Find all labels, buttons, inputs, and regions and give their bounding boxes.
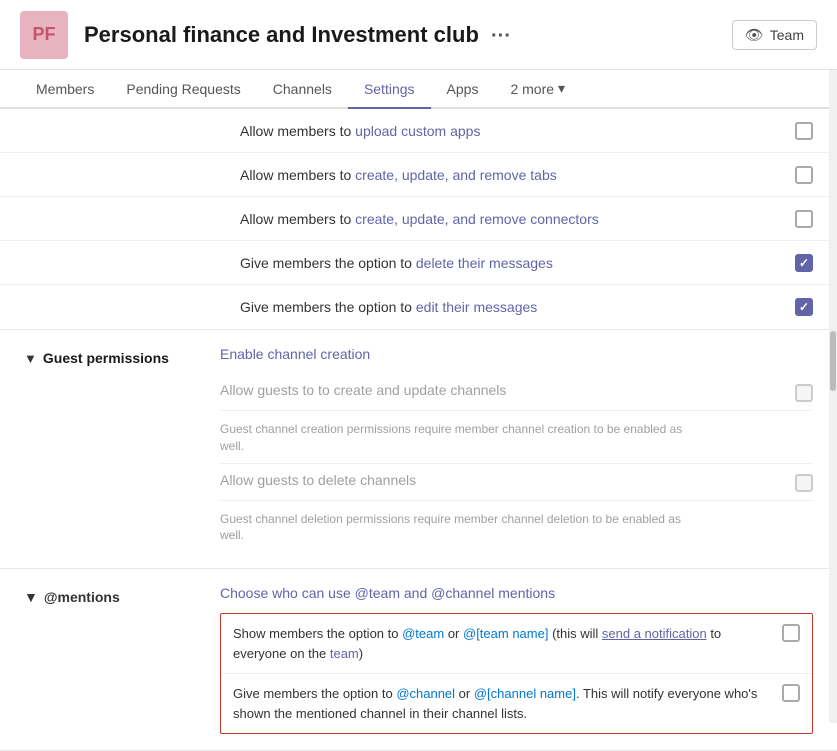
setting-label-create-update-remove-tabs: Allow members to create, update, and rem…	[240, 167, 795, 183]
scrollbar-thumb[interactable]	[830, 331, 836, 391]
setting-label-edit-messages: Give members the option to edit their me…	[240, 299, 795, 315]
eye-icon: 👁	[745, 26, 764, 44]
mentions-left: ▼ @mentions	[0, 569, 220, 750]
checkbox-delete-messages[interactable]	[795, 254, 813, 272]
mention-box-row-text-channel: Give members the option to @channel or @…	[233, 684, 782, 723]
checkbox-guests-delete-channels[interactable]	[795, 474, 813, 492]
checkbox-create-update-remove-tabs[interactable]	[795, 166, 813, 184]
mentions-right: Choose who can use @team and @channel me…	[220, 569, 837, 750]
mentions-subtitle[interactable]: Choose who can use @team and @channel me…	[220, 585, 813, 601]
collapse-arrow-mentions[interactable]: ▼	[24, 589, 38, 605]
tab-apps[interactable]: Apps	[431, 71, 495, 109]
scrollbar-track	[829, 70, 837, 723]
setting-label-delete-messages: Give members the option to delete their …	[240, 255, 795, 271]
setting-label-upload-custom-apps: Allow members to upload custom apps	[240, 123, 795, 139]
guest-row-note-create-update: Guest channel creation permissions requi…	[220, 411, 813, 464]
checkbox-team-mentions[interactable]	[782, 624, 800, 642]
mentions-section: ▼ @mentions Choose who can use @team and…	[0, 569, 837, 751]
mentions-title: @mentions	[44, 589, 120, 605]
team-badge-button[interactable]: 👁 Team	[732, 20, 817, 50]
setting-row-create-update-remove-connectors: Allow members to create, update, and rem…	[0, 197, 837, 241]
mention-box-row-team: Show members the option to @team or @[te…	[221, 614, 812, 674]
setting-row-create-update-remove-tabs: Allow members to create, update, and rem…	[0, 153, 837, 197]
tab-members[interactable]: Members	[20, 71, 110, 109]
guest-row-text-create-update: Allow guests to to create and update cha…	[220, 382, 795, 398]
guest-row-note-text-delete: Guest channel deletion permissions requi…	[220, 509, 813, 545]
team-badge-label: Team	[770, 27, 804, 43]
page-header: PF Personal finance and Investment club …	[0, 0, 837, 70]
guest-row-note-text-create-update: Guest channel creation permissions requi…	[220, 419, 813, 455]
mention-box-row-text-team: Show members the option to @team or @[te…	[233, 624, 782, 663]
guest-row-delete-channels: Allow guests to delete channels	[220, 464, 813, 501]
checkbox-channel-mentions[interactable]	[782, 684, 800, 702]
checkbox-guests-create-update-channels[interactable]	[795, 384, 813, 402]
tab-more[interactable]: 2 more ▾	[494, 70, 581, 109]
checkbox-edit-messages[interactable]	[795, 298, 813, 316]
enable-channel-creation-link[interactable]: Enable channel creation	[220, 346, 813, 362]
guest-permissions-right: Enable channel creation Allow guests to …	[220, 330, 837, 568]
checkbox-upload-custom-apps[interactable]	[795, 122, 813, 140]
guest-row-create-update-channels: Allow guests to to create and update cha…	[220, 374, 813, 411]
header-dots[interactable]: ···	[491, 25, 511, 47]
team-title: Personal finance and Investment club ···	[84, 22, 732, 48]
guest-permissions-title: Guest permissions	[43, 350, 169, 366]
nav-tabs: Members Pending Requests Channels Settin…	[0, 70, 837, 109]
member-permissions-section: Allow members to upload custom apps Allo…	[0, 109, 837, 330]
chevron-down-icon: ▾	[558, 80, 565, 97]
guest-row-note-delete: Guest channel deletion permissions requi…	[220, 501, 813, 553]
setting-row-upload-custom-apps: Allow members to upload custom apps	[0, 109, 837, 153]
collapse-arrow-guest[interactable]: ▼	[24, 351, 37, 366]
tab-channels[interactable]: Channels	[257, 71, 348, 109]
setting-label-create-update-remove-connectors: Allow members to create, update, and rem…	[240, 211, 795, 227]
guest-permissions-section: ▼ Guest permissions Enable channel creat…	[0, 330, 837, 569]
mention-box-row-channel: Give members the option to @channel or @…	[221, 674, 812, 733]
tab-settings[interactable]: Settings	[348, 71, 431, 109]
setting-row-delete-messages: Give members the option to delete their …	[0, 241, 837, 285]
setting-row-edit-messages: Give members the option to edit their me…	[0, 285, 837, 329]
settings-content: Allow members to upload custom apps Allo…	[0, 109, 837, 751]
mention-box: Show members the option to @team or @[te…	[220, 613, 813, 734]
guest-permissions-left: ▼ Guest permissions	[0, 330, 220, 568]
tab-pending-requests[interactable]: Pending Requests	[110, 71, 256, 109]
guest-row-text-delete: Allow guests to delete channels	[220, 472, 795, 488]
checkbox-create-update-remove-connectors[interactable]	[795, 210, 813, 228]
team-avatar: PF	[20, 11, 68, 59]
